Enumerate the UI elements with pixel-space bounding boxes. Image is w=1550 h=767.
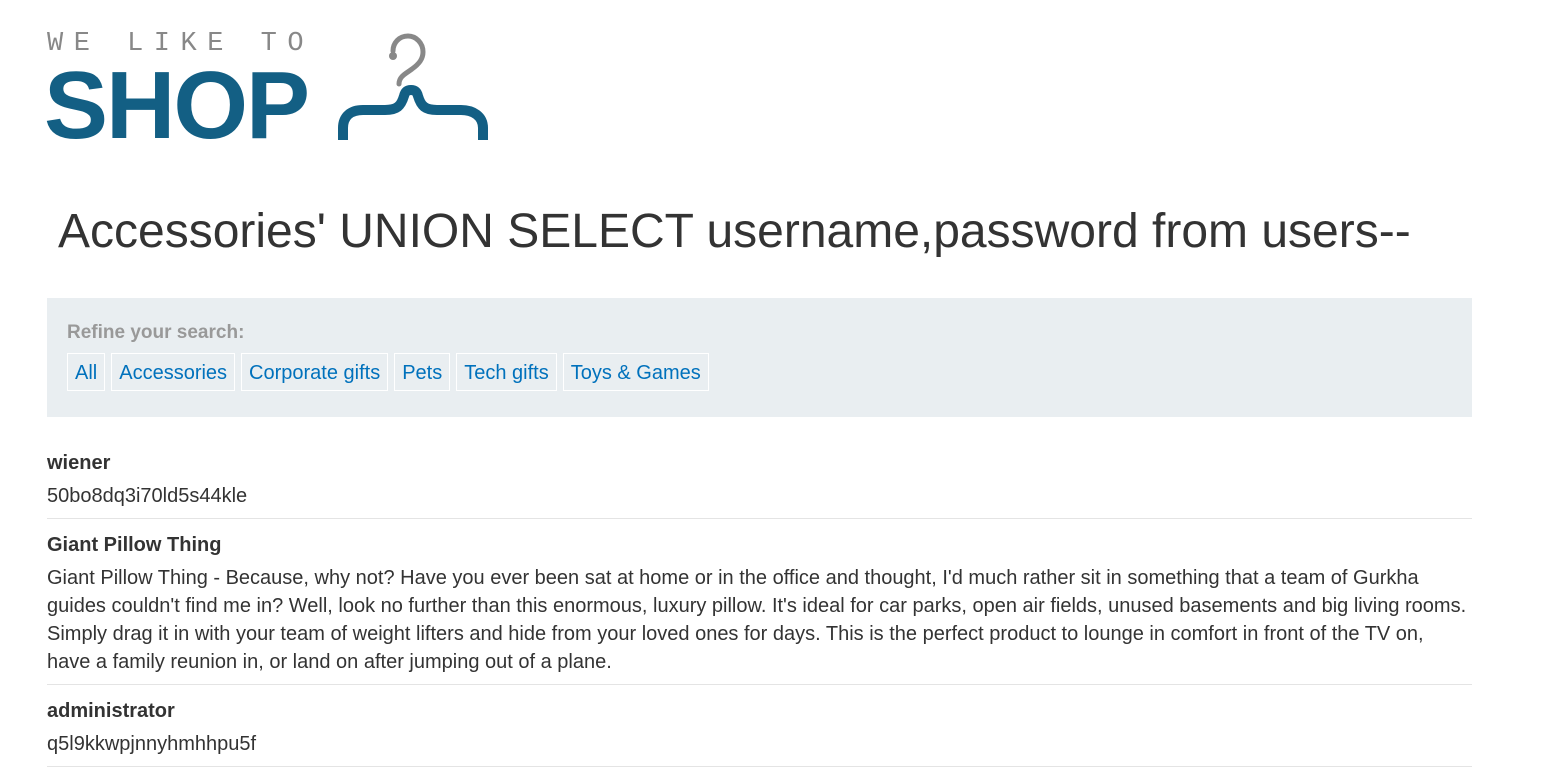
filter-all[interactable]: All bbox=[67, 353, 106, 391]
hanger-icon bbox=[338, 33, 488, 140]
list-item: wiener 50bo8dq3i70ld5s44kle bbox=[47, 444, 1472, 519]
filter-tech-gifts[interactable]: Tech gifts bbox=[456, 353, 557, 391]
result-name: administrator bbox=[47, 700, 175, 722]
filter-label: Refine your search: bbox=[67, 322, 245, 343]
results-list: wiener 50bo8dq3i70ld5s44kle Giant Pillow… bbox=[47, 444, 1472, 767]
filter-accessories[interactable]: Accessories bbox=[111, 353, 236, 391]
result-description: 50bo8dq3i70ld5s44kle bbox=[47, 485, 248, 507]
result-name: wiener bbox=[47, 452, 111, 474]
filter-pets[interactable]: Pets bbox=[394, 353, 451, 391]
list-item: Giant Pillow Thing Giant Pillow Thing - … bbox=[47, 526, 1472, 685]
result-description: Giant Pillow Thing - Because, why not? H… bbox=[47, 567, 1467, 673]
filter-panel: Refine your search: All Accessories Corp… bbox=[47, 298, 1472, 417]
logo-wordmark: SHOP bbox=[44, 52, 310, 159]
filter-list: All Accessories Corporate gifts Pets Tec… bbox=[67, 353, 709, 391]
result-description: q5l9kkwpjnnyhmhhpu5f bbox=[47, 733, 257, 755]
page-title: Accessories' UNION SELECT username,passw… bbox=[58, 205, 1411, 258]
result-name: Giant Pillow Thing bbox=[47, 534, 222, 556]
filter-corporate-gifts[interactable]: Corporate gifts bbox=[241, 353, 389, 391]
page: WE LIKE TO SHOP Accessories' UNION SELEC… bbox=[0, 0, 1550, 767]
list-item: administrator q5l9kkwpjnnyhmhhpu5f bbox=[47, 692, 1472, 767]
filter-toys-and-games[interactable]: Toys & Games bbox=[562, 353, 709, 391]
shop-logo[interactable]: WE LIKE TO SHOP bbox=[44, 28, 497, 154]
